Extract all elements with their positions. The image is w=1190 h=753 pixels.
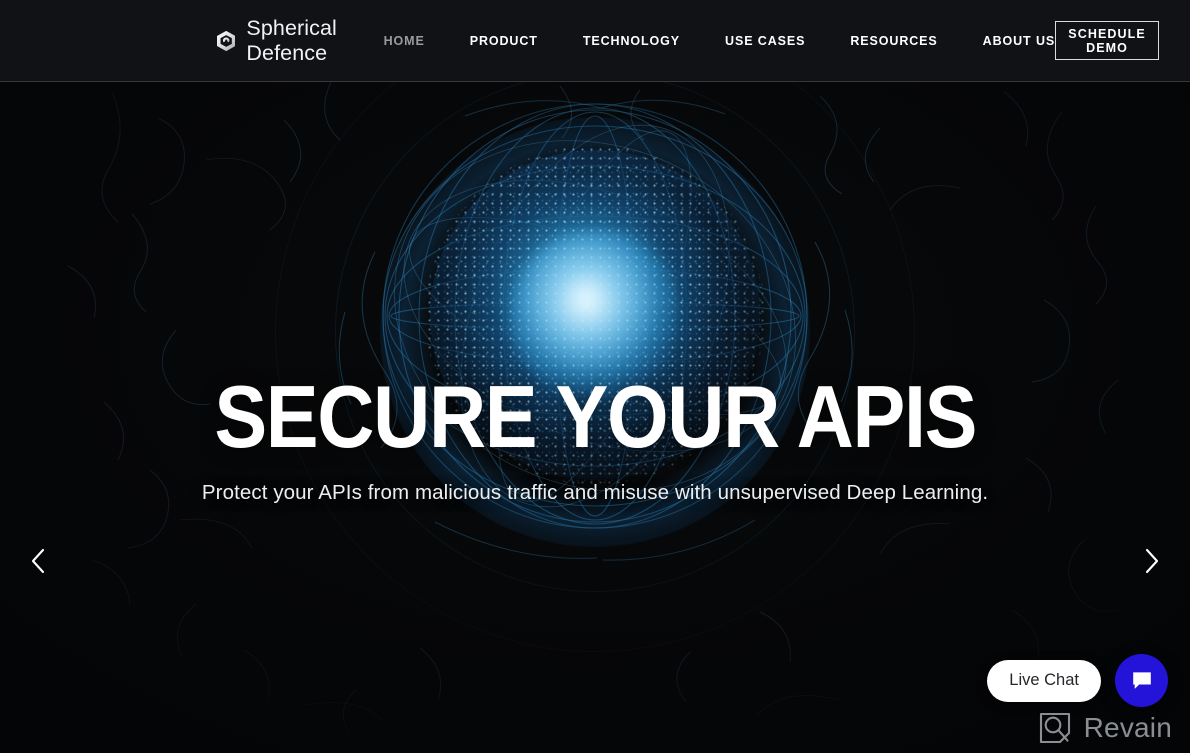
chat-bubble-icon: [1132, 671, 1151, 689]
chevron-right-icon: [1145, 548, 1159, 574]
hero-content: SECURE YOUR APIS Protect your APIs from …: [0, 367, 1190, 505]
hero-subheadline: Protect your APIs from malicious traffic…: [201, 481, 989, 505]
hero-section: SECURE YOUR APIS Protect your APIs from …: [0, 82, 1190, 753]
brand-name: Spherical Defence: [246, 15, 337, 65]
chevron-left-icon: [31, 548, 45, 574]
schedule-demo-button[interactable]: SCHEDULE DEMO: [1055, 21, 1159, 60]
nav-item-technology[interactable]: TECHNOLOGY: [583, 26, 680, 56]
nav-item-use-cases[interactable]: USE CASES: [725, 26, 805, 56]
live-chat-button[interactable]: Live Chat: [987, 659, 1101, 702]
hexagon-ring-icon: [217, 30, 236, 51]
carousel-prev-button[interactable]: [21, 544, 55, 578]
nav-item-product[interactable]: PRODUCT: [470, 26, 538, 56]
chat-widget: Live Chat: [987, 654, 1168, 707]
site-header: Spherical Defence HOME PRODUCT TECHNOLOG…: [0, 0, 1190, 82]
nav-item-about-us[interactable]: ABOUT US: [983, 26, 1055, 56]
chat-launcher-button[interactable]: [1115, 654, 1168, 707]
nav-item-home[interactable]: HOME: [384, 26, 425, 56]
main-navigation: HOME PRODUCT TECHNOLOGY USE CASES RESOUR…: [384, 26, 1056, 56]
page-root: Spherical Defence HOME PRODUCT TECHNOLOG…: [0, 0, 1190, 753]
carousel-next-button[interactable]: [1135, 544, 1169, 578]
nav-item-resources[interactable]: RESOURCES: [850, 26, 937, 56]
brand-logo[interactable]: Spherical Defence: [217, 16, 352, 66]
hero-headline: SECURE YOUR APIS: [214, 367, 977, 466]
